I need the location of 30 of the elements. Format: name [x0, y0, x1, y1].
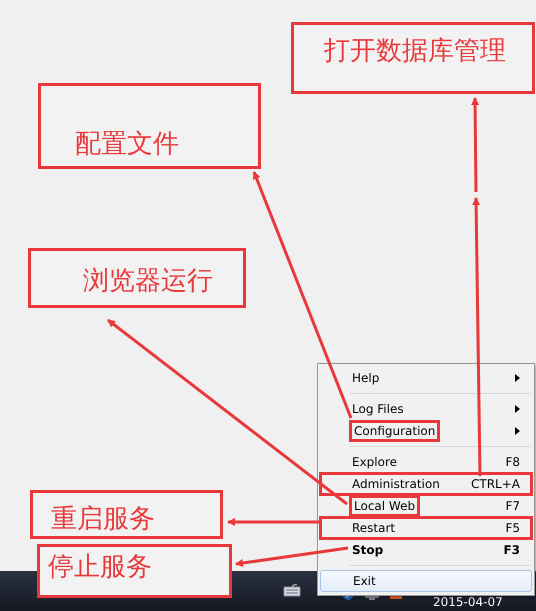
menu-item[interactable]: Log Files: [320, 398, 532, 420]
callout-label: 打开数据库管理: [291, 22, 535, 94]
menu-item-label: Log Files: [352, 402, 405, 416]
shortcut-label: CTRL+A: [471, 477, 520, 491]
menu-item-label: Explore: [352, 455, 398, 469]
menu-item-label: Configuration: [352, 423, 438, 439]
callout-label: 配置文件: [38, 83, 261, 169]
keyboard-icon[interactable]: [283, 583, 301, 597]
shortcut-label: F3: [503, 543, 520, 557]
menu-item[interactable]: Help: [320, 367, 532, 389]
date-text: 2015-04-07: [433, 595, 503, 609]
menu-item[interactable]: Local Web F7: [320, 495, 532, 517]
callout-label: 浏览器运行: [28, 248, 246, 308]
callout-label: 停止服务: [37, 544, 232, 598]
shortcut-label: F7: [505, 499, 520, 513]
menu-item[interactable]: Configuration: [320, 420, 532, 442]
shortcut-label: F5: [505, 521, 520, 535]
menu-item-label: Exit: [353, 574, 377, 588]
menu-item-label: Local Web: [352, 498, 418, 514]
menu-item[interactable]: Restart F5: [320, 517, 532, 539]
menu-item-label: Restart: [352, 521, 396, 535]
menu-item-label: Stop: [352, 543, 384, 557]
callout-label: 重启服务: [30, 490, 223, 539]
menu-item[interactable]: Stop F3: [320, 539, 532, 561]
menu-item-label: Help: [352, 371, 380, 385]
shortcut-label: F8: [505, 455, 520, 469]
menu-item-label: Administration: [352, 477, 441, 491]
menu-item[interactable]: Explore F8: [320, 451, 532, 473]
menu-item[interactable]: Administration CTRL+A: [320, 473, 532, 495]
menu-item[interactable]: Exit: [320, 570, 532, 592]
